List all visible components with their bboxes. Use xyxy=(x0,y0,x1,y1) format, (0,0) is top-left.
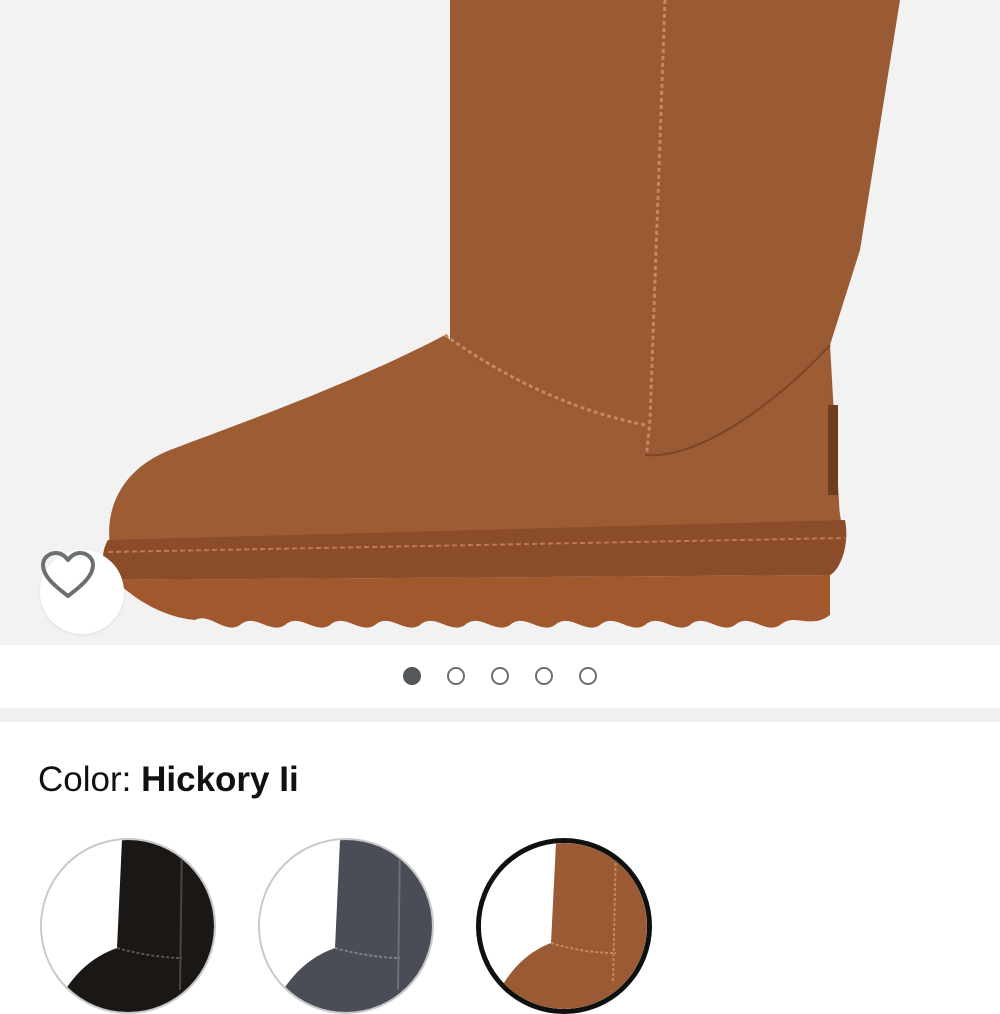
section-divider xyxy=(0,708,1000,722)
color-label: Color: xyxy=(38,760,132,799)
carousel-dot-1[interactable] xyxy=(403,667,421,685)
carousel-indicator xyxy=(0,645,1000,707)
color-swatch-black[interactable] xyxy=(40,838,216,1014)
wishlist-button[interactable] xyxy=(40,550,124,634)
heart-outline-icon xyxy=(41,551,95,598)
carousel-dot-3[interactable] xyxy=(491,667,509,685)
carousel-dot-5[interactable] xyxy=(579,667,597,685)
color-swatch-hickory-selected[interactable] xyxy=(476,838,652,1014)
swatch-image xyxy=(260,840,432,1012)
carousel-dot-2[interactable] xyxy=(447,667,465,685)
swatch-image xyxy=(42,840,214,1012)
boot-image xyxy=(103,0,900,628)
carousel-dot-4[interactable] xyxy=(535,667,553,685)
color-swatch-gray[interactable] xyxy=(258,838,434,1014)
color-selection: Color: Hickory Ii xyxy=(38,758,299,802)
product-image[interactable] xyxy=(0,0,1000,645)
selected-color-value: Hickory Ii xyxy=(141,760,299,799)
swatch-image xyxy=(481,843,647,1009)
